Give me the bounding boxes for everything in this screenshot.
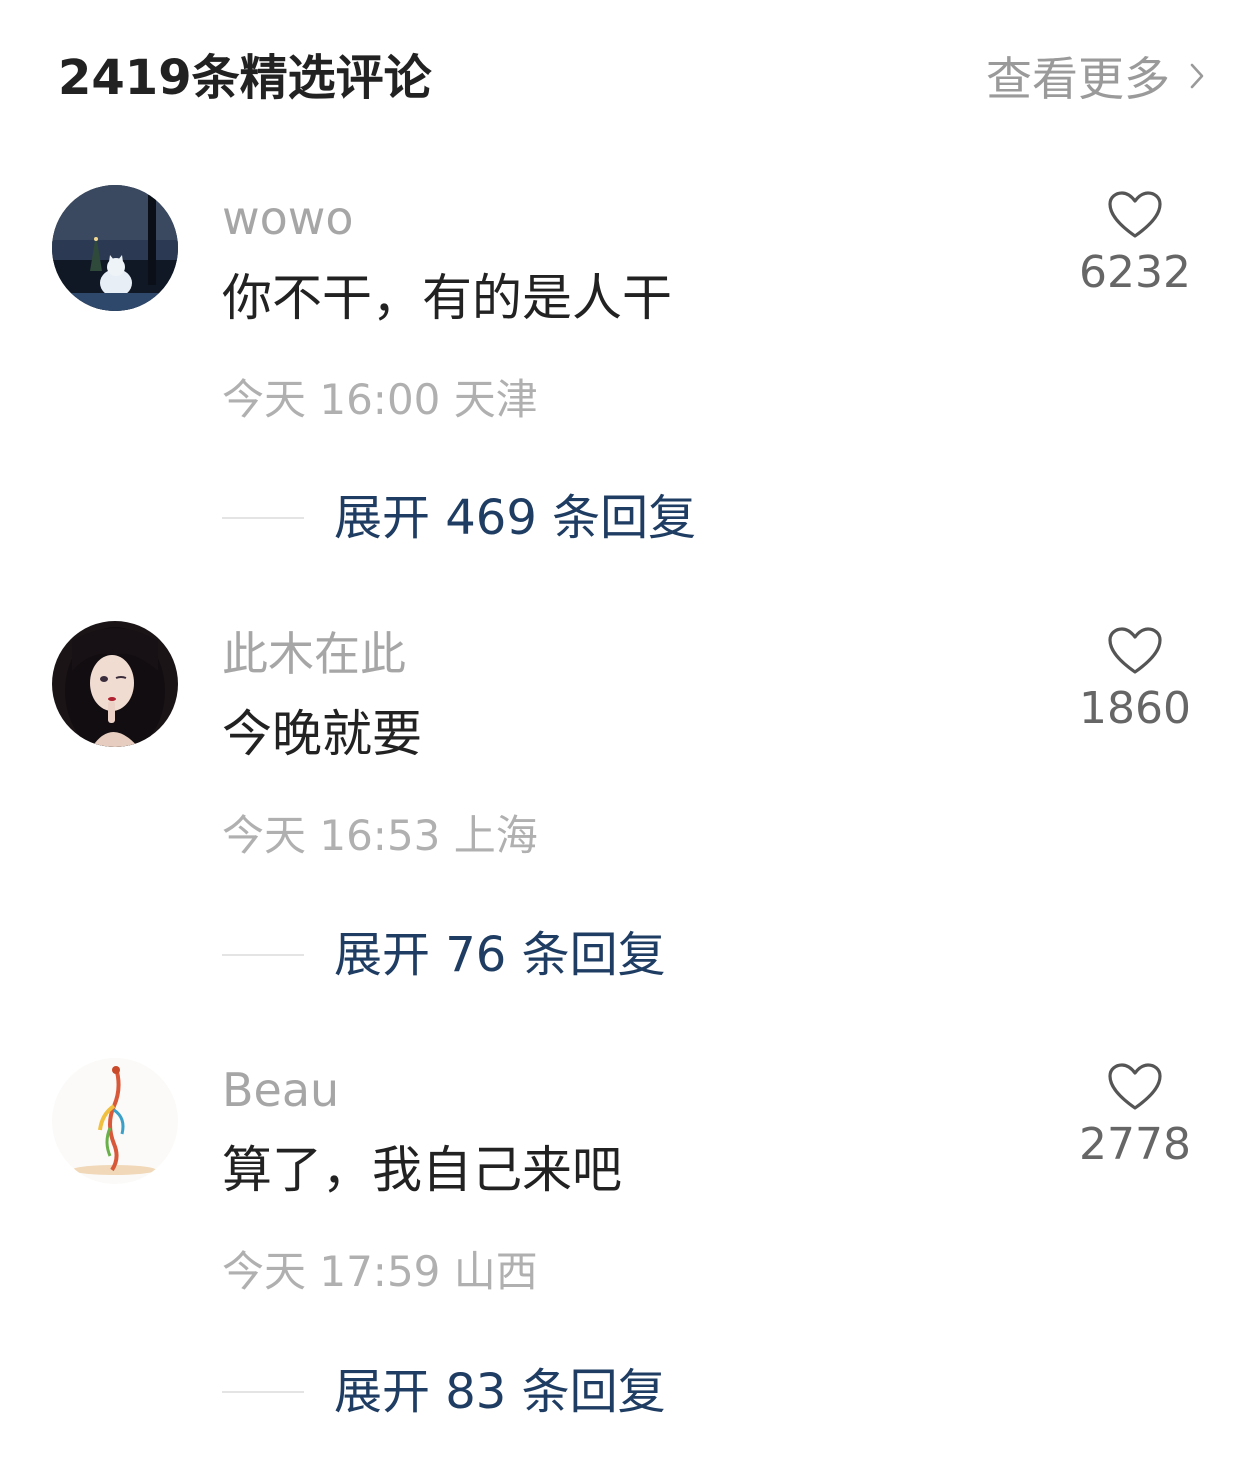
comment-time-location: 今天 16:00 天津 <box>222 375 538 424</box>
like-button[interactable]: 1860 <box>1068 626 1202 736</box>
like-count: 6232 <box>1079 247 1191 298</box>
divider-line <box>222 1391 304 1393</box>
comment-text: 算了，我自己来吧 <box>222 1141 622 1199</box>
comment-time-location: 今天 17:59 山西 <box>222 1247 538 1296</box>
comments-count-title: 2419条精选评论 <box>58 50 432 106</box>
view-more-label: 查看更多 <box>986 52 1170 106</box>
view-more-button[interactable]: 查看更多 <box>986 44 1204 108</box>
comment-time-location: 今天 16:53 上海 <box>222 811 538 860</box>
expand-replies-button[interactable]: 展开 83 条回复 <box>222 1362 666 1422</box>
avatar[interactable] <box>52 185 178 311</box>
expand-replies-label: 展开 83 条回复 <box>334 1364 666 1420</box>
avatar[interactable] <box>52 621 178 747</box>
chevron-right-icon <box>1190 63 1204 89</box>
like-button[interactable]: 6232 <box>1068 190 1202 300</box>
expand-replies-label: 展开 469 条回复 <box>334 490 697 546</box>
expand-replies-label: 展开 76 条回复 <box>334 927 666 983</box>
like-count: 1860 <box>1079 683 1191 734</box>
like-button[interactable]: 2778 <box>1068 1062 1202 1172</box>
comment-text: 你不干，有的是人干 <box>222 269 672 327</box>
heart-outline-icon <box>1108 627 1162 674</box>
comment-username[interactable]: Beau <box>222 1062 339 1118</box>
heart-outline-icon <box>1108 191 1162 238</box>
comment-text: 今晚就要 <box>222 705 422 763</box>
avatar[interactable] <box>52 1058 178 1184</box>
comment-username[interactable]: wowo <box>222 190 354 246</box>
like-count: 2778 <box>1079 1119 1191 1170</box>
divider-line <box>222 517 304 519</box>
expand-replies-button[interactable]: 展开 469 条回复 <box>222 488 696 548</box>
comment-username[interactable]: 此木在此 <box>222 626 406 682</box>
divider-line <box>222 954 304 956</box>
heart-outline-icon <box>1108 1063 1162 1110</box>
expand-replies-button[interactable]: 展开 76 条回复 <box>222 925 666 985</box>
